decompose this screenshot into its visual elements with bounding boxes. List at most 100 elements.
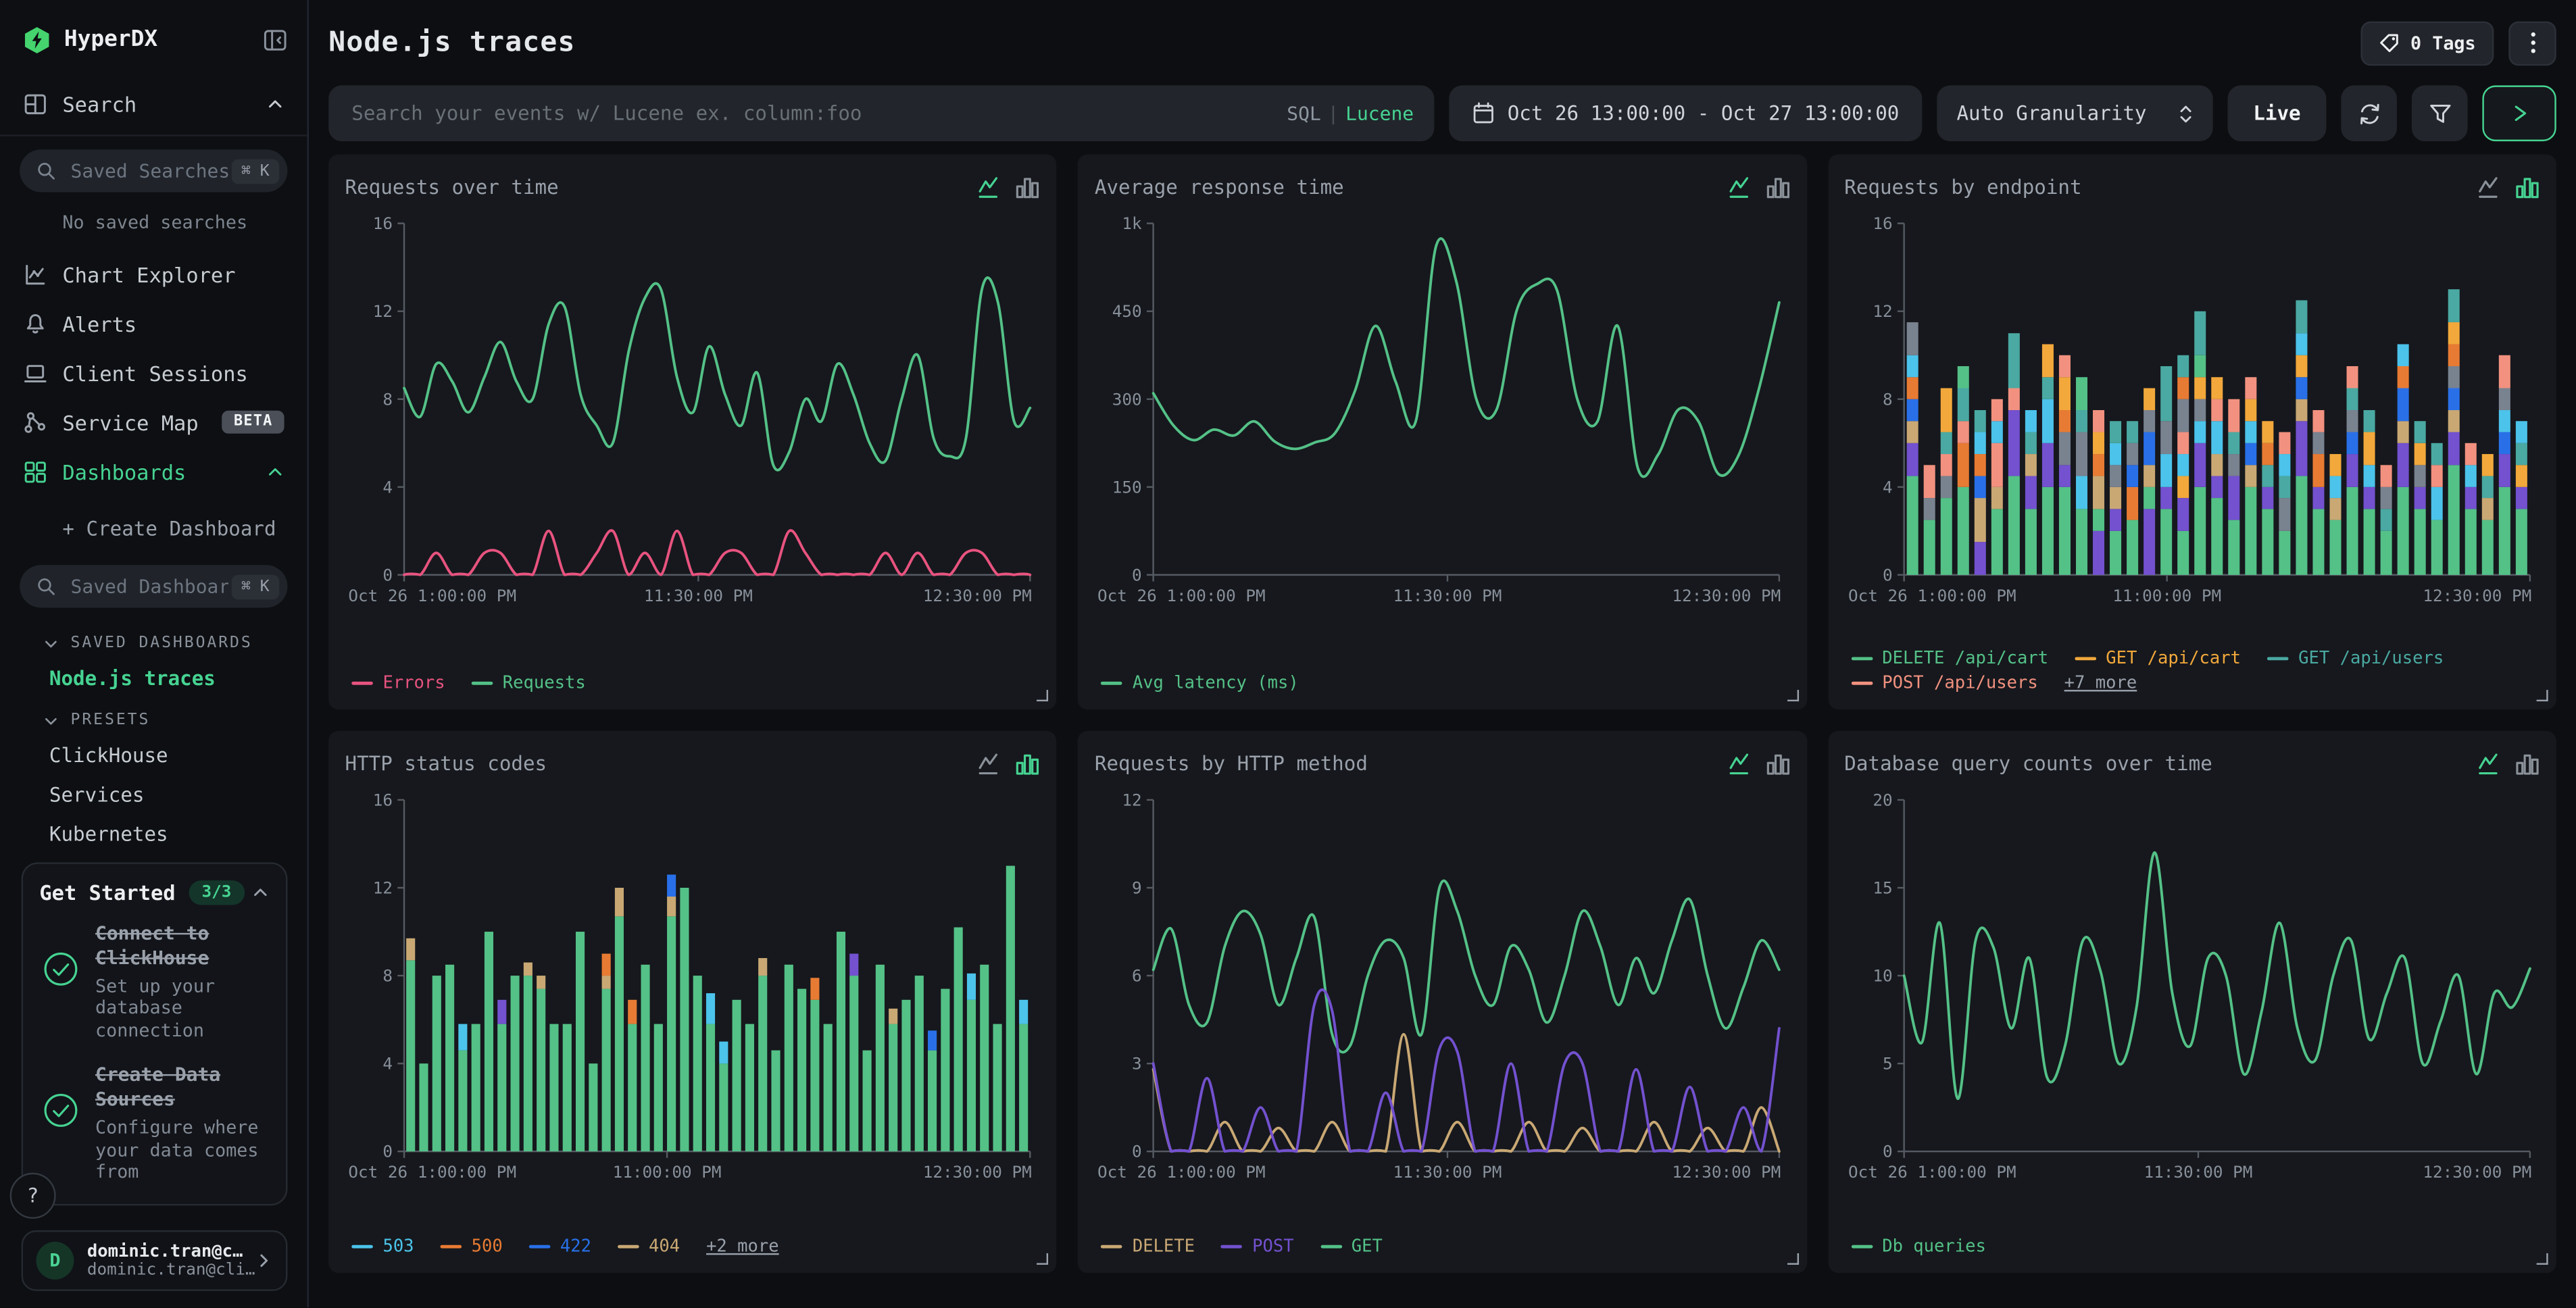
- sidebar-collapse-icon[interactable]: [263, 27, 287, 51]
- series-Db queries: [1904, 853, 2529, 1099]
- chart-canvas[interactable]: 0481216Oct 26 1:00:00 PM11:00:00 PM12:30…: [345, 780, 1040, 1194]
- legend-item[interactable]: GET: [1320, 1237, 1383, 1257]
- bar-chart-toggle-icon[interactable]: [2515, 751, 2540, 776]
- sidebar-item-alerts[interactable]: Alerts: [0, 299, 307, 348]
- saved-dashboards-input[interactable]: ⌘ K: [20, 565, 287, 607]
- bar-segment: [2346, 454, 2358, 487]
- legend-item[interactable]: DELETE: [1101, 1237, 1195, 1257]
- legend-more-link[interactable]: +2 more: [706, 1237, 779, 1257]
- panel-resize-handle[interactable]: [1037, 690, 1049, 701]
- legend-more-link[interactable]: +7 more: [2064, 674, 2137, 693]
- bar-chart-toggle-icon[interactable]: [1766, 751, 1790, 776]
- bar-segment: [2109, 443, 2121, 466]
- section-presets[interactable]: PRESETS: [0, 698, 307, 736]
- create-dashboard-button[interactable]: + Create Dashboard: [0, 506, 307, 552]
- saved-searches-input[interactable]: ⌘ K: [20, 149, 287, 192]
- legend-item[interactable]: GET /api/cart: [2075, 649, 2241, 668]
- line-chart-toggle-icon[interactable]: [1728, 751, 1752, 776]
- x-tick-label: Oct 26 1:00:00 PM: [1098, 1162, 1266, 1182]
- line-chart-toggle-icon[interactable]: [1728, 175, 1752, 199]
- bar-chart-toggle-icon[interactable]: [2515, 175, 2540, 199]
- toggle-divider: |: [1328, 102, 1339, 125]
- event-search-input[interactable]: [348, 100, 1287, 126]
- legend-item[interactable]: 422: [529, 1237, 591, 1257]
- line-chart-toggle-icon[interactable]: [2477, 175, 2502, 199]
- bar-segment: [967, 974, 976, 1000]
- legend-swatch: [1320, 1244, 1342, 1249]
- bar-segment: [2481, 498, 2493, 520]
- legend-item[interactable]: Errors: [351, 674, 445, 693]
- line-chart-toggle-icon[interactable]: [978, 751, 1002, 776]
- dashboard-item-nodejs-traces[interactable]: Node.js traces: [0, 659, 307, 698]
- chevron-up-icon[interactable]: [251, 883, 270, 901]
- bar-segment: [1940, 498, 1952, 575]
- sidebar-item-chart-explorer[interactable]: Chart Explorer: [0, 250, 307, 299]
- sql-toggle[interactable]: SQL: [1287, 102, 1321, 125]
- get-started-item[interactable]: Create Data Sources Configure where your…: [39, 1063, 269, 1184]
- saved-dashboards-field[interactable]: [68, 573, 232, 599]
- chevron-up-icon: [266, 95, 284, 113]
- section-saved-dashboards[interactable]: SAVED DASHBOARDS: [0, 621, 307, 659]
- bar-segment: [2346, 487, 2358, 575]
- legend-item[interactable]: 404: [618, 1237, 680, 1257]
- legend-item[interactable]: POST /api/users: [1851, 674, 2038, 693]
- legend-item[interactable]: 500: [440, 1237, 502, 1257]
- chart-canvas[interactable]: 05101520Oct 26 1:00:00 PM11:30:00 PM12:3…: [1844, 780, 2539, 1194]
- run-query-button[interactable]: [2482, 85, 2556, 141]
- sidebar-item-search[interactable]: Search: [0, 79, 307, 128]
- chart-canvas[interactable]: 0481216Oct 26 1:00:00 PM11:00:00 PM12:30…: [1844, 203, 2539, 618]
- panel-resize-handle[interactable]: [2537, 690, 2548, 701]
- legend-item[interactable]: 503: [351, 1237, 414, 1257]
- refresh-button[interactable]: [2341, 85, 2397, 141]
- lucene-toggle[interactable]: Lucene: [1345, 102, 1414, 125]
- legend-item[interactable]: Requests: [472, 674, 586, 693]
- bar-segment: [2210, 498, 2222, 575]
- legend-item[interactable]: Avg latency (ms): [1101, 674, 1299, 693]
- live-button[interactable]: Live: [2228, 85, 2327, 141]
- preset-clickhouse[interactable]: ClickHouse: [0, 736, 307, 775]
- get-started-header[interactable]: Get Started 3/3: [39, 880, 269, 904]
- bar-segment: [849, 976, 858, 1151]
- bar-segment: [1974, 432, 1985, 455]
- user-menu[interactable]: D dominic.tran@c… dominic.tran@cli…: [22, 1230, 288, 1291]
- chart-canvas[interactable]: 036912Oct 26 1:00:00 PM11:30:00 PM12:30:…: [1095, 780, 1789, 1194]
- granularity-select[interactable]: Auto Granularity: [1937, 85, 2212, 141]
- sidebar-item-dashboards[interactable]: Dashboards: [0, 447, 307, 496]
- bar-chart-toggle-icon[interactable]: [1016, 751, 1040, 776]
- saved-searches-field[interactable]: [68, 157, 232, 184]
- y-tick-label: 8: [382, 966, 393, 986]
- date-range-picker[interactable]: Oct 26 13:00:00 - Oct 27 13:00:00: [1448, 85, 1922, 141]
- filter-button[interactable]: [2412, 85, 2468, 141]
- bar-segment: [2109, 509, 2121, 531]
- line-chart-toggle-icon[interactable]: [978, 175, 1002, 199]
- line-chart-toggle-icon[interactable]: [2477, 751, 2502, 776]
- panel-resize-handle[interactable]: [1787, 1253, 1798, 1265]
- chart-canvas[interactable]: 01503004501kOct 26 1:00:00 PM11:30:00 PM…: [1095, 203, 1789, 618]
- sidebar-item-service-map[interactable]: Service Map BETA: [0, 397, 307, 447]
- preset-kubernetes[interactable]: Kubernetes: [0, 815, 307, 854]
- preset-services[interactable]: Services: [0, 775, 307, 814]
- bar-segment: [2075, 509, 2087, 575]
- event-search-box[interactable]: SQL | Lucene: [328, 85, 1433, 141]
- legend-item[interactable]: DELETE /api/cart: [1851, 649, 2048, 668]
- bar-segment: [2448, 322, 2459, 345]
- legend-item[interactable]: POST: [1221, 1237, 1294, 1257]
- sidebar-item-client-sessions[interactable]: Client Sessions: [0, 348, 307, 397]
- tags-button[interactable]: 0 Tags: [2361, 20, 2494, 65]
- get-started-item[interactable]: Connect to ClickHouse Set up your databa…: [39, 921, 269, 1042]
- panel-resize-handle[interactable]: [2537, 1253, 2548, 1265]
- bar-segment: [2210, 476, 2222, 499]
- y-tick-label: 10: [1873, 966, 1892, 986]
- bar-chart-toggle-icon[interactable]: [1766, 175, 1790, 199]
- bar-segment: [993, 1024, 1001, 1152]
- panel-resize-handle[interactable]: [1787, 690, 1798, 701]
- bar-segment: [2227, 399, 2239, 432]
- dashboard-menu-button[interactable]: [2508, 20, 2556, 65]
- bar-segment: [2448, 344, 2459, 366]
- chart-canvas[interactable]: 0481216Oct 26 1:00:00 PM11:30:00 PM12:30…: [345, 203, 1040, 618]
- legend-item[interactable]: GET /api/users: [2267, 649, 2444, 668]
- panel-resize-handle[interactable]: [1037, 1253, 1049, 1265]
- legend-item[interactable]: Db queries: [1851, 1237, 1986, 1257]
- bar-chart-toggle-icon[interactable]: [1016, 175, 1040, 199]
- help-button[interactable]: ?: [10, 1173, 56, 1219]
